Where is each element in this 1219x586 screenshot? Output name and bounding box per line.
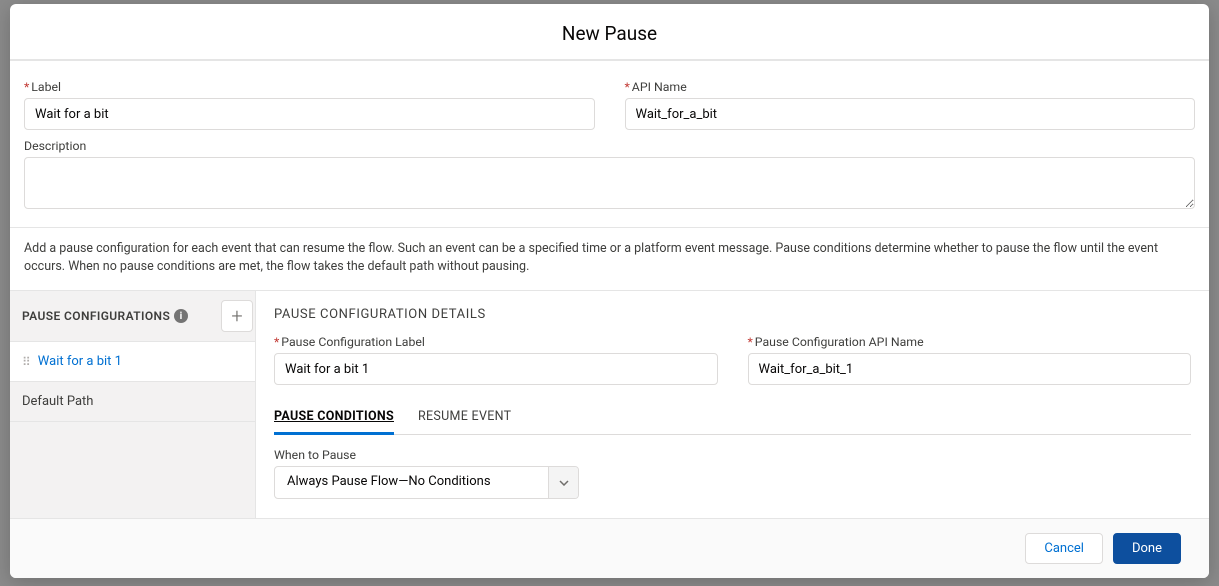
sidebar-item-label: Default Path [22, 394, 93, 409]
config-label-field-group: *Pause Configuration Label [274, 336, 718, 385]
required-indicator: * [274, 336, 279, 350]
required-indicator: * [748, 336, 753, 350]
info-icon[interactable]: i [174, 309, 188, 323]
api-name-input[interactable] [625, 98, 1196, 130]
sidebar-title: PAUSE CONFIGURATIONS i [22, 309, 188, 323]
modal-title: New Pause [10, 4, 1209, 61]
cancel-button[interactable]: Cancel [1025, 533, 1103, 564]
drag-handle-icon[interactable]: ⠿ [22, 355, 30, 369]
description-field-label: Description [24, 140, 1195, 154]
tab-resume-event[interactable]: RESUME EVENT [418, 401, 511, 435]
help-text: Add a pause configuration for each event… [10, 228, 1209, 290]
config-api-name-input[interactable] [748, 353, 1192, 385]
sidebar-item-default-path[interactable]: Default Path [10, 382, 255, 422]
config-api-name-field-group: *Pause Configuration API Name [748, 336, 1192, 385]
sidebar-item-label: Wait for a bit 1 [38, 354, 122, 369]
detail-row: *Pause Configuration Label *Pause Config… [274, 336, 1191, 385]
sidebar-item-wait-for-a-bit-1[interactable]: ⠿ Wait for a bit 1 [10, 342, 255, 382]
new-pause-modal: New Pause *Label *API Name Description A… [10, 4, 1209, 578]
when-to-pause-value: Always Pause Flow—No Conditions [274, 466, 579, 499]
config-label-input[interactable] [274, 353, 718, 385]
tab-pause-conditions[interactable]: PAUSE CONDITIONS [274, 401, 394, 435]
when-to-pause-label: When to Pause [274, 449, 1191, 463]
config-label-field-label: *Pause Configuration Label [274, 336, 718, 350]
config-area: PAUSE CONFIGURATIONS i + ⠿ Wait for a bi… [10, 290, 1209, 518]
required-indicator: * [625, 81, 630, 95]
sidebar-header: PAUSE CONFIGURATIONS i + [10, 291, 255, 342]
detail-panel: PAUSE CONFIGURATION DETAILS *Pause Confi… [256, 291, 1209, 518]
description-field-group: Description [24, 140, 1195, 213]
label-field-group: *Label [24, 81, 595, 130]
api-name-field-label: *API Name [625, 81, 1196, 95]
description-textarea[interactable] [24, 157, 1195, 209]
label-input[interactable] [24, 98, 595, 130]
api-name-field-group: *API Name [625, 81, 1196, 130]
detail-title: PAUSE CONFIGURATION DETAILS [274, 307, 1191, 322]
done-button[interactable]: Done [1113, 533, 1181, 564]
details-tabs: PAUSE CONDITIONS RESUME EVENT [274, 401, 1191, 435]
plus-icon: + [231, 306, 242, 326]
pause-config-sidebar: PAUSE CONFIGURATIONS i + ⠿ Wait for a bi… [10, 291, 256, 518]
modal-footer: Cancel Done [10, 518, 1209, 578]
when-to-pause-field-group: When to Pause Always Pause Flow—No Condi… [274, 449, 1191, 499]
config-api-name-field-label: *Pause Configuration API Name [748, 336, 1192, 350]
add-config-button[interactable]: + [221, 300, 253, 332]
top-fields: *Label *API Name Description [10, 61, 1209, 228]
required-indicator: * [24, 81, 29, 95]
label-field-label: *Label [24, 81, 595, 95]
when-to-pause-select[interactable]: Always Pause Flow—No Conditions [274, 466, 579, 499]
